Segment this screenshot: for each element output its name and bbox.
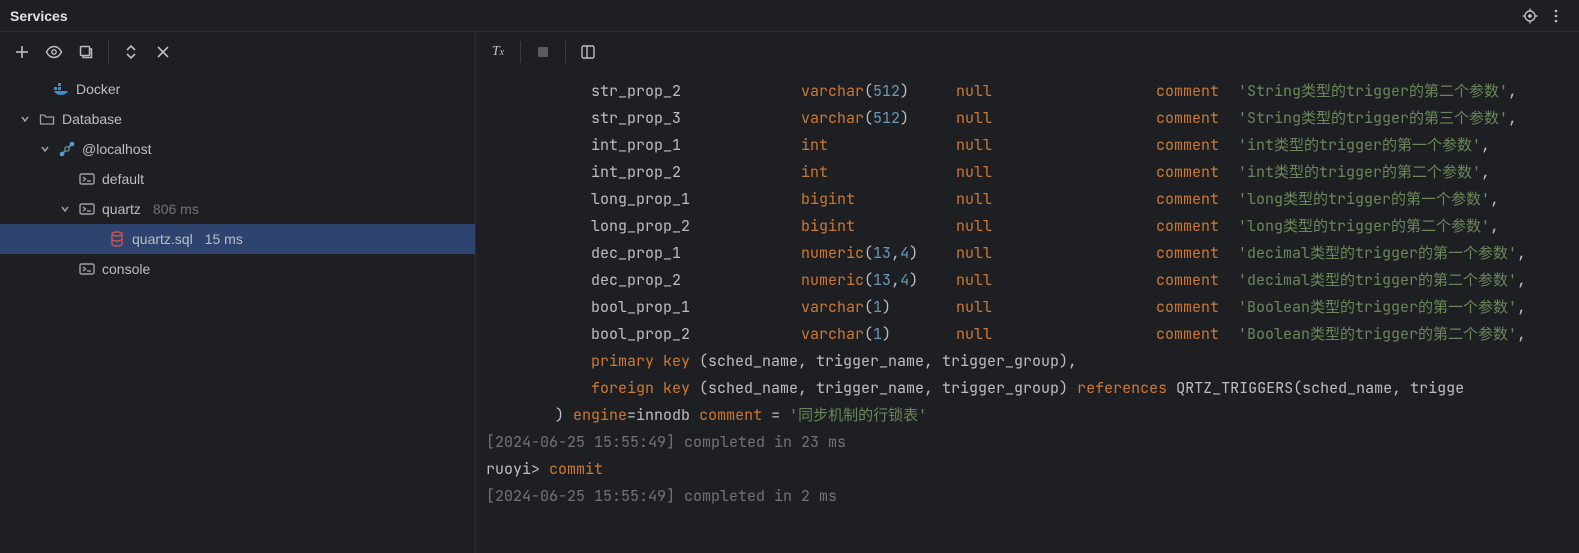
chevron-down-icon [18,114,32,124]
connection-icon [58,141,76,157]
add-button[interactable] [8,38,36,66]
folder-icon [38,112,56,126]
docker-icon [52,82,70,96]
console-output[interactable]: str_prop_2varchar(512)nullcomment'String… [476,72,1579,553]
sql-column-def: bool_prop_2varchar(1)nullcomment'Boolean… [486,321,1579,348]
tx-button[interactable]: Tx [484,38,512,66]
sidebar: Docker Database @localhost [0,32,476,553]
expand-icon[interactable] [72,38,100,66]
sql-column-def: bool_prop_1varchar(1)nullcomment'Boolean… [486,294,1579,321]
sql-column-def: dec_prop_2numeric(13,4)nullcomment'decim… [486,267,1579,294]
sql-column-def: str_prop_2varchar(512)nullcomment'String… [486,78,1579,105]
tree-item-docker[interactable]: Docker [0,74,475,104]
chevron-down-icon [38,144,52,154]
default-label: default [102,171,144,187]
database-icon [108,231,126,247]
tree-item-host[interactable]: @localhost [0,134,475,164]
sql-column-def: dec_prop_1numeric(13,4)nullcomment'decim… [486,240,1579,267]
console-icon [78,263,96,275]
docker-label: Docker [76,81,120,97]
console-label: console [102,261,150,277]
sql-column-def: int_prop_2intnullcomment'int类型的trigger的第… [486,159,1579,186]
sql-column-def: long_prop_1bigintnullcomment'long类型的trig… [486,186,1579,213]
title: Services [10,8,68,24]
log-prompt: ruoyi> commit [486,456,1579,483]
tree-item-database[interactable]: Database [0,104,475,134]
sql-fk: foreign key (sched_name, trigger_name, t… [486,375,1579,402]
chevron-down-icon [58,204,72,214]
log-line: [2024-06-25 15:55:49] completed in 23 ms [486,429,1579,456]
tree-item-quartz-sql[interactable]: quartz.sql 15 ms [0,224,475,254]
console-icon [78,203,96,215]
quartz-sql-time: 15 ms [205,231,243,247]
tree-item-console[interactable]: console [0,254,475,284]
close-icon[interactable] [149,38,177,66]
tree-item-default[interactable]: default [0,164,475,194]
quartz-sql-label: quartz.sql [132,231,193,247]
host-label: @localhost [82,141,151,157]
database-label: Database [62,111,122,127]
sql-column-def: str_prop_3varchar(512)nullcomment'String… [486,105,1579,132]
sql-column-def: long_prop_2bigintnullcomment'long类型的trig… [486,213,1579,240]
sidebar-toolbar [0,32,475,72]
quartz-time: 806 ms [153,201,199,217]
more-icon[interactable] [1543,3,1569,29]
console-icon [78,173,96,185]
tree-item-quartz[interactable]: quartz 806 ms [0,194,475,224]
content-pane: Tx str_prop_2varchar(512)nullcomment'Str… [476,32,1579,553]
log-line: [2024-06-25 15:55:49] completed in 2 ms [486,483,1579,510]
target-icon[interactable] [1517,3,1543,29]
sql-column-def: int_prop_1intnullcomment'int类型的trigger的第… [486,132,1579,159]
sql-engine: ) engine=innodb comment = '同步机制的行锁表' [486,402,1579,429]
layout-button[interactable] [574,38,602,66]
titlebar: Services [0,0,1579,32]
quartz-label: quartz [102,201,141,217]
services-tree: Docker Database @localhost [0,72,475,553]
content-toolbar: Tx [476,32,1579,72]
eye-icon[interactable] [40,38,68,66]
updown-icon[interactable] [117,38,145,66]
sql-pk: primary key (sched_name, trigger_name, t… [486,348,1579,375]
stop-button[interactable] [529,38,557,66]
